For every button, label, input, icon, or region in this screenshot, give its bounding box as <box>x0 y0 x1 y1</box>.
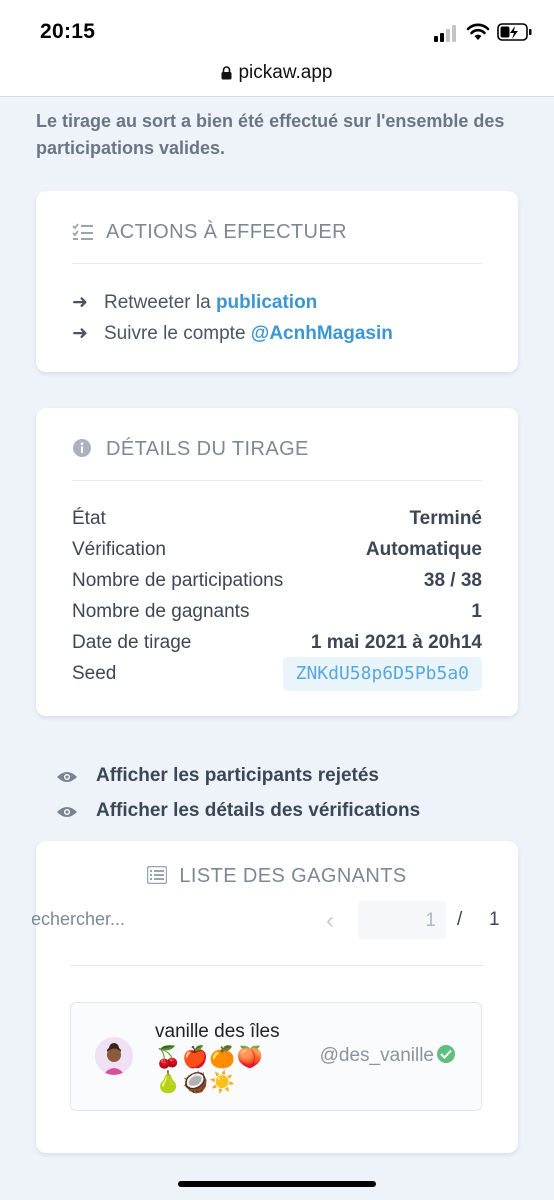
search-input[interactable]: Rechercher... <box>32 909 152 930</box>
list-icon <box>147 865 168 885</box>
winner-handle: @des_vanille <box>319 1045 434 1066</box>
detail-label: Vérification <box>72 539 166 560</box>
arrow-right-icon: ➜ <box>72 323 88 344</box>
action-item-follow: ➜ Suivre le compte @AcnhMagasin <box>72 322 393 345</box>
address-bar[interactable]: pickaw.app <box>0 62 554 84</box>
previous-page-button[interactable]: ‹ <box>326 907 334 935</box>
detail-row-winners-count: Nombre de gagnants 1 <box>72 601 482 629</box>
winners-card-header: LISTE DES GAGNANTS <box>36 865 518 888</box>
action-item-retweet: ➜ Retweeter la publication <box>72 291 317 314</box>
winners-title: LISTE DES GAGNANTS <box>179 865 407 887</box>
wifi-icon <box>466 23 490 40</box>
eye-icon <box>56 768 78 790</box>
search-placeholder: Rechercher... <box>32 909 126 929</box>
url-text: pickaw.app <box>238 62 333 83</box>
detail-label: État <box>72 508 106 529</box>
winner-emojis: 🍒🍎🍊🍑🍐🥥☀️ <box>155 1046 264 1094</box>
page-separator: / <box>457 909 463 930</box>
details-title: DÉTAILS DU TIRAGE <box>106 438 309 460</box>
arrow-right-icon: ➜ <box>72 292 88 313</box>
action-text: Retweeter la <box>104 292 211 313</box>
info-icon <box>72 438 94 464</box>
details-card-header: DÉTAILS DU TIRAGE <box>72 438 482 481</box>
detail-value: Terminé <box>409 508 482 529</box>
winner-name: vanille des îles <box>155 1021 280 1042</box>
detail-row-state: État Terminé <box>72 508 482 536</box>
lock-icon <box>221 66 232 80</box>
winner-handle-link[interactable]: @des_vanille <box>320 1045 455 1067</box>
detail-label: Seed <box>72 663 117 684</box>
detail-row-participations: Nombre de participations 38 / 38 <box>72 570 482 598</box>
actions-card: ACTIONS À EFFECTUER ➜ Retweeter la public… <box>36 191 518 372</box>
detail-value: 38 / 38 <box>423 570 482 591</box>
cellular-signal-icon <box>434 24 460 42</box>
home-indicator[interactable] <box>178 1181 376 1187</box>
detail-label: Date de tirage <box>72 632 192 653</box>
browser-status-bar: 20:15 pickaw.app <box>0 0 554 97</box>
clock: 20:15 <box>40 20 96 43</box>
detail-row-seed: Seed ZNKdU58p6D5Pb5a0 <box>72 657 482 691</box>
intro-text: Le tirage au sort a bien été effectué su… <box>36 111 505 158</box>
detail-label: Nombre de participations <box>72 570 284 591</box>
eye-icon <box>56 803 78 825</box>
detail-value: 1 <box>471 601 482 622</box>
checklist-icon <box>72 223 94 247</box>
detail-row-verification: Vérification Automatique <box>72 539 482 567</box>
avatar <box>95 1037 133 1075</box>
show-rejected-toggle[interactable]: Afficher les participants rejetés <box>56 765 379 790</box>
winner-card: vanille des îles 🍒🍎🍊🍑🍐🥥☀️ @des_vanille <box>70 1002 482 1111</box>
page-number-input[interactable]: 1 <box>358 901 446 939</box>
winners-card: LISTE DES GAGNANTS Rechercher... ‹ 1 / 1… <box>32 841 518 1153</box>
detail-label: Nombre de gagnants <box>72 601 250 622</box>
account-link[interactable]: @AcnhMagasin <box>251 323 393 344</box>
detail-value: 1 mai 2021 à 20h14 <box>310 632 482 653</box>
publication-link[interactable]: publication <box>216 292 317 313</box>
toggle-label: Afficher les participants rejetés <box>96 765 379 786</box>
battery-charging-icon <box>497 23 532 41</box>
actions-title: ACTIONS À EFFECTUER <box>106 221 347 243</box>
detail-row-draw-date: Date de tirage 1 mai 2021 à 20h14 <box>72 632 482 660</box>
show-verification-details-toggle[interactable]: Afficher les détails des vérifications <box>56 800 420 825</box>
toggle-label: Afficher les détails des vérifications <box>96 800 421 821</box>
page-total: 1 <box>489 909 500 930</box>
page-current: 1 <box>425 910 436 931</box>
actions-card-header: ACTIONS À EFFECTUER <box>72 221 482 264</box>
verified-check-icon <box>437 1045 455 1063</box>
divider <box>70 965 484 966</box>
action-text: Suivre le compte <box>104 323 246 344</box>
details-card: DÉTAILS DU TIRAGE État Terminé Vérificat… <box>36 408 518 716</box>
detail-value: Automatique <box>365 539 482 560</box>
seed-value[interactable]: ZNKdU58p6D5Pb5a0 <box>282 657 482 691</box>
